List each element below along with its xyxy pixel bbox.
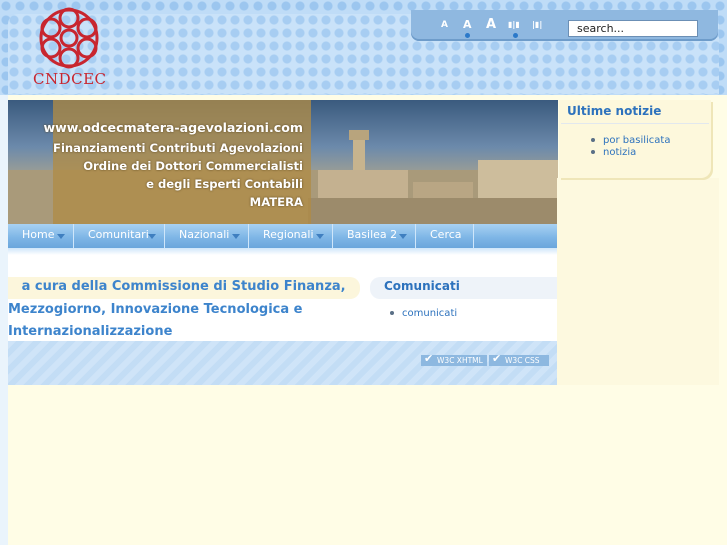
main-content: www.odcecmatera-agevolazioni.com Finanzi…: [8, 100, 558, 385]
main-nav: Home Comunitari Nazionali Regionali Basi…: [8, 224, 558, 248]
nav-label-nazionali: Nazionali: [179, 228, 230, 241]
nav-shadow: [8, 248, 558, 255]
nav-item-basilea-2[interactable]: Basilea 2: [333, 224, 416, 248]
checkmark-icon: ✔: [424, 352, 434, 365]
news-link-por-basilicata[interactable]: por basilicata: [603, 135, 670, 146]
chevron-down-icon: [232, 234, 240, 239]
w3c-css-badge[interactable]: ✔ W3C CSS: [489, 352, 549, 366]
chevron-down-icon: [316, 234, 324, 239]
left-strip: [0, 95, 8, 545]
w3c-xhtml-badge[interactable]: ✔ W3C XHTML: [421, 352, 487, 366]
intro-line-2: Mezzogiorno, Innovazione Tecnologica e: [8, 301, 303, 317]
banner-line-5: MATERA: [249, 195, 303, 209]
chevron-down-icon: [399, 234, 407, 239]
banner-line-2: Finanziamenti Contributi Agevolazioni: [53, 141, 303, 155]
chevron-down-icon: [57, 234, 65, 239]
nav-label-regionali: Regionali: [263, 228, 314, 241]
news-list-item[interactable]: por basilicata: [591, 135, 670, 147]
logo-text: CNDCEC: [33, 70, 107, 88]
nav-label-basilea-2: Basilea 2: [347, 228, 398, 241]
intro-line-1: a cura della Commissione di Studio Finan…: [8, 279, 346, 294]
layout-narrow-button[interactable]: ▮|▮: [508, 20, 520, 29]
sidebar-title: Ultime notizie: [567, 104, 662, 118]
news-list-item[interactable]: notizia: [591, 147, 670, 159]
cndcec-knot-logo-icon: [39, 7, 99, 69]
w3c-xhtml-label: W3C XHTML: [437, 356, 483, 365]
divider: [561, 123, 709, 124]
banner-line-3: Ordine dei Dottori Commercialisti: [83, 159, 303, 173]
w3c-css-label: W3C CSS: [505, 356, 540, 365]
comunicati-title: Comunicati: [384, 279, 460, 293]
layout-wide-button[interactable]: |▮|: [532, 20, 542, 29]
font-small-button[interactable]: A: [441, 20, 448, 30]
chevron-down-icon: [148, 234, 156, 239]
nav-label-home: Home: [22, 228, 55, 241]
search-input[interactable]: search...: [568, 20, 698, 37]
bullet-icon: [591, 150, 595, 154]
layout-narrow-indicator: [513, 33, 518, 38]
nav-item-nazionali[interactable]: Nazionali: [165, 224, 249, 248]
font-medium-button[interactable]: A: [463, 18, 472, 31]
sidebar-news-list: por basilicata notizia: [591, 135, 670, 159]
font-large-button[interactable]: A: [486, 17, 496, 32]
sidebar-news: Ultime notizie por basilicata notizia: [559, 100, 711, 178]
banner-line-4: e degli Esperti Contabili: [146, 177, 303, 191]
intro-text: a cura della Commissione di Studio Finan…: [8, 276, 360, 344]
bullet-icon: [390, 311, 394, 315]
bullet-icon: [591, 138, 595, 142]
comunicati-link[interactable]: comunicati: [402, 308, 457, 319]
nav-item-comunitari[interactable]: Comunitari: [74, 224, 165, 248]
page-lower-area: [8, 385, 719, 545]
nav-label-comunitari: Comunitari: [88, 228, 149, 241]
banner-line-url: www.odcecmatera-agevolazioni.com: [43, 120, 303, 135]
font-medium-indicator: [465, 33, 470, 38]
nav-item-home[interactable]: Home: [8, 224, 74, 248]
nav-item-cerca[interactable]: Cerca: [416, 224, 474, 248]
comunicati-list-item[interactable]: comunicati: [390, 308, 457, 319]
news-link-notizia[interactable]: notizia: [603, 147, 636, 158]
banner: www.odcecmatera-agevolazioni.com Finanzi…: [8, 100, 558, 224]
sidebar-column: [557, 178, 719, 385]
nav-item-regionali[interactable]: Regionali: [249, 224, 333, 248]
cndcec-logo[interactable]: CNDCEC: [33, 4, 107, 92]
footer: ✔ W3C XHTML ✔ W3C CSS: [8, 341, 558, 385]
checkmark-icon: ✔: [492, 352, 502, 365]
nav-label-cerca: Cerca: [430, 228, 462, 241]
banner-text-box: www.odcecmatera-agevolazioni.com Finanzi…: [44, 100, 311, 224]
